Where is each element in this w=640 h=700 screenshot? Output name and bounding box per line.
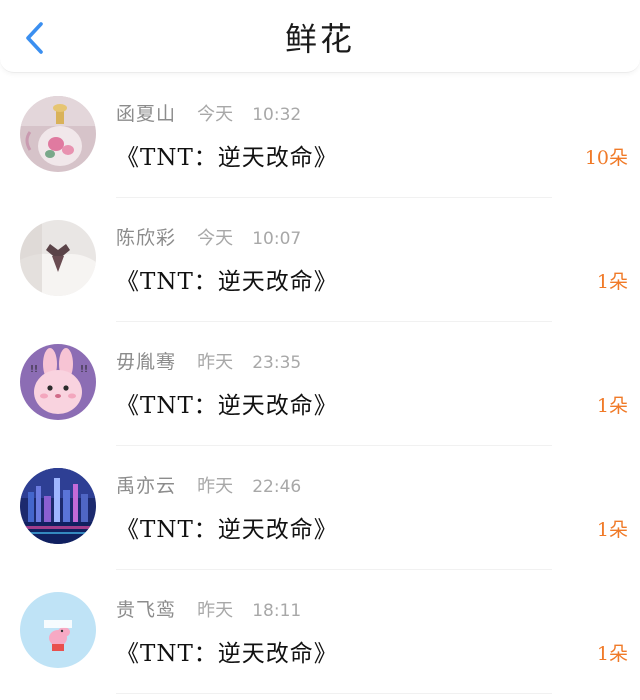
item-meta: 函夏山 今天 10:32	[116, 98, 301, 130]
item-time: 18:11	[252, 601, 302, 621]
book-title: 《TNT：逆天改命》	[116, 145, 338, 171]
avatar	[20, 468, 96, 544]
svg-text:!!: !!	[30, 364, 38, 375]
list-item[interactable]: 贵飞鸾 昨天 18:11 《TNT：逆天改命》 1朵	[0, 570, 640, 694]
item-meta: 贵飞鸾 昨天 18:11	[116, 594, 301, 626]
user-name: 陈欣彩	[116, 227, 177, 249]
item-time: 10:32	[252, 105, 302, 125]
item-date: 昨天	[197, 476, 234, 497]
back-button[interactable]	[14, 18, 54, 58]
book-title: 《TNT：逆天改命》	[116, 517, 338, 543]
flower-count: 10朵	[584, 147, 628, 169]
user-name: 毋胤骞	[116, 351, 177, 373]
list-item[interactable]: 禹亦云 昨天 22:46 《TNT：逆天改命》 1朵	[0, 446, 640, 570]
divider	[116, 693, 552, 694]
item-time: 22:46	[252, 477, 302, 497]
user-name: 函夏山	[116, 103, 177, 125]
item-meta: 陈欣彩 今天 10:07	[116, 222, 301, 254]
flower-count: 1朵	[596, 643, 628, 665]
item-date: 今天	[197, 104, 234, 125]
list-item[interactable]: !! !! 毋胤骞 昨天 23:35 《TNT：逆天改命》 1朵	[0, 322, 640, 446]
item-date: 昨天	[197, 352, 234, 373]
book-title: 《TNT：逆天改命》	[116, 393, 338, 419]
item-meta: 禹亦云 昨天 22:46	[116, 470, 301, 502]
avatar	[20, 592, 96, 668]
item-date: 今天	[197, 228, 234, 249]
user-name: 禹亦云	[116, 475, 177, 497]
page-title: 鲜花	[284, 20, 355, 58]
avatar	[20, 220, 96, 296]
item-time: 23:35	[252, 353, 302, 373]
header-bar: 鲜花	[0, 0, 640, 73]
user-name: 贵飞鸾	[116, 599, 177, 621]
avatar: !! !!	[20, 344, 96, 420]
item-meta: 毋胤骞 昨天 23:35	[116, 346, 301, 378]
flower-list: 函夏山 今天 10:32 《TNT：逆天改命》 10朵 陈欣彩 今天 10:07…	[0, 74, 640, 694]
book-title: 《TNT：逆天改命》	[116, 269, 338, 295]
item-time: 10:07	[252, 229, 302, 249]
flower-count: 1朵	[596, 395, 628, 417]
flower-count: 1朵	[596, 519, 628, 541]
list-item[interactable]: 函夏山 今天 10:32 《TNT：逆天改命》 10朵	[0, 74, 640, 198]
item-date: 昨天	[197, 600, 234, 621]
list-item[interactable]: 陈欣彩 今天 10:07 《TNT：逆天改命》 1朵	[0, 198, 640, 322]
chevron-left-icon	[26, 22, 43, 54]
svg-text:!!: !!	[80, 364, 88, 375]
flower-count: 1朵	[596, 271, 628, 293]
avatar	[20, 96, 96, 172]
app: 鲜花 函夏山 今天 10:32 《TNT：逆天改命》 10朵 陈欣彩 今天 10…	[0, 0, 640, 700]
book-title: 《TNT：逆天改命》	[116, 641, 338, 667]
